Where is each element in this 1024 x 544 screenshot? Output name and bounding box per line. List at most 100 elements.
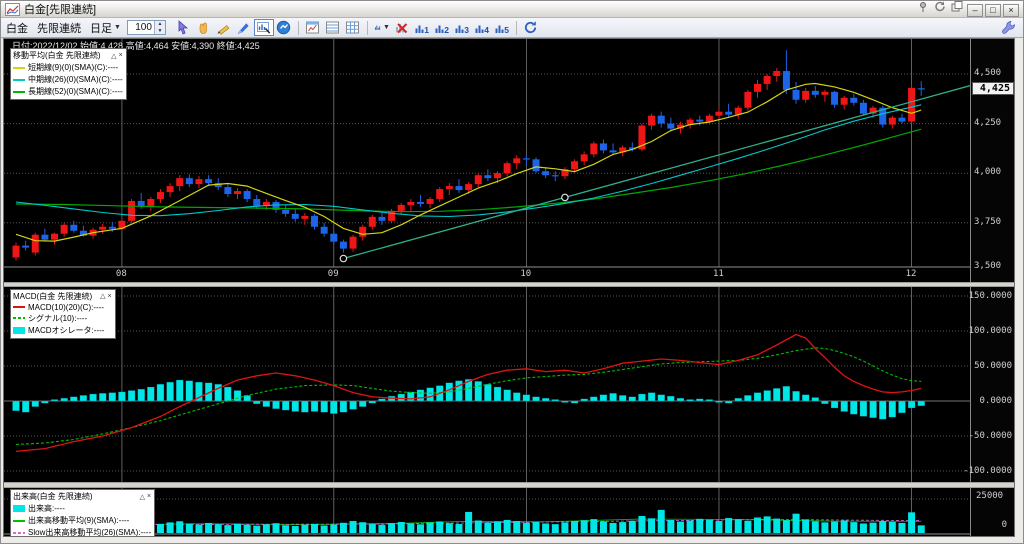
reload-window-icon[interactable] [933,1,948,13]
legend-swatch [13,90,25,93]
marker-tool-button[interactable] [234,19,254,36]
preset-4-button[interactable]: 4 [472,19,492,36]
layout-rows-icon [326,21,340,34]
toolbar-separator [366,20,368,35]
volume-legend-item-0: 出来高:---- [13,503,151,514]
minimize-button[interactable]: – [967,3,983,17]
close-icon[interactable]: × [147,493,151,500]
macd-legend-item-1: シグナル(10):---- [13,313,112,324]
step-down-icon[interactable]: ▼ [154,27,165,34]
crosshair-tool-button[interactable] [253,19,274,36]
x-axis-label: 12 [905,269,917,279]
legend-swatch [13,519,25,522]
legend-swatch [13,306,25,309]
window-title: 白金[先限連続] [24,4,97,16]
close-icon[interactable]: × [108,293,112,300]
close-icon[interactable]: × [119,52,123,59]
y-axis-label: 50.0000 [974,360,1012,371]
svg-text:1: 1 [425,25,430,35]
settings-wrench-icon[interactable] [1001,20,1017,35]
x-axis-label: 09 [327,269,339,279]
macd-axis[interactable]: 150.0000 100.0000 50.0000 0.0000 -50.0000 -10… [963,286,1014,483]
preset-5-icon: 5 [495,25,510,35]
y-axis-label: 4,500 [974,68,1002,78]
close-button[interactable]: × [1003,3,1019,17]
macd-panel[interactable]: MACD(白金 先限連続) △ × MACD(10)(20)(C):---- シグナル(… [4,286,1014,483]
preset-2-button[interactable]: 2 [432,19,452,36]
price-axis[interactable]: 4,500 4,250 4,000 3,750 3,500 4,425 [970,39,1014,282]
y-axis-label: 3,750 [974,216,1002,227]
y-axis-label: 0 [1001,520,1007,531]
macd-legend-item-2: MACDオシレータ:---- [13,325,112,336]
chart-region: 日付:2022/12/02 始値:4,428 高値:4,464 安値:4,390… [3,38,1015,537]
contract-label: 先限連続 [37,22,81,35]
timeframe-value: 日足 [90,22,112,35]
timeframe-dropdown[interactable]: 日足 ▼ [90,20,121,36]
ma-legend-item-2: 長期線(52)(0)(SMA)(C):---- [13,86,123,97]
macd-legend-item-0: MACD(10)(20)(C):---- [13,303,112,312]
marker-tool-icon [237,23,250,35]
volume-legend-header: 出来高(白金 先限連続) △ × [13,491,151,502]
select-tool-button[interactable] [174,19,194,36]
legend-item-label: 長期線(52)(0)(SMA)(C):---- [28,87,123,96]
collapse-icon[interactable]: △ [140,493,145,501]
clear-indicators-icon [396,23,408,34]
legend-swatch [13,66,25,69]
pan-tool-icon [200,22,208,34]
chart-type-button[interactable]: ▼ [372,19,392,36]
svg-text:4: 4 [485,25,490,35]
clone-window-icon[interactable] [950,1,965,13]
select-tool-icon [179,20,189,35]
legend-item-label: 出来高:---- [28,504,65,514]
app-window: 白金[先限連続] – □ × 白金 先限連続 日足 ▼ 100 ▲ ▼ ▼ 1 2 3 4 5 … [0,0,1024,544]
stepper-arrows[interactable]: ▲ ▼ [153,21,165,34]
pencil-tool-icon [217,25,230,35]
y-axis-label: 100.0000 [968,325,1012,336]
x-axis-label: 11 [712,269,724,279]
y-axis-label: -50.0000 [968,430,1012,441]
collapse-icon[interactable]: △ [100,292,105,300]
clear-indicators-button[interactable] [392,19,412,36]
volume-legend: 出来高(白金 先限連続) △ × 出来高:---- 出来高移動平均(9)(SMA):--… [10,489,156,537]
legend-swatch [13,317,25,320]
preset-5-button[interactable]: 5 [492,19,512,36]
macd-legend-header: MACD(白金 先限連続) △ × [13,291,112,302]
layout-grid-icon [346,21,360,34]
toolbar-separator [515,20,517,35]
layout-single-button[interactable] [303,19,323,36]
y-axis-label: 25000 [976,491,1004,502]
line-chart-app-icon [5,2,20,16]
y-axis-label: 4,250 [974,117,1002,128]
toolbar: 白金 先限連続 日足 ▼ 100 ▲ ▼ ▼ 1 2 3 4 5 [1,18,1023,38]
volume-panel[interactable]: 出来高(白金 先限連続) △ × 出来高:---- 出来高移動平均(9)(SMA):--… [4,488,1014,537]
legend-swatch [13,531,25,534]
x-axis-label: 08 [115,269,127,279]
pan-tool-button[interactable] [194,19,214,36]
collapse-icon[interactable]: △ [111,52,116,60]
pin-icon[interactable] [916,1,931,13]
refresh-button[interactable] [521,19,541,36]
preset-4-icon: 4 [475,25,490,35]
crosshair-tool-icon [257,22,271,34]
legend-swatch [13,78,25,81]
price-panel[interactable]: 日付:2022/12/02 始値:4,428 高値:4,464 安値:4,390… [4,39,1014,282]
info-tool-button[interactable] [274,19,294,36]
svg-text:5: 5 [505,25,510,35]
pencil-tool-button[interactable] [214,19,234,36]
layout-single-icon [306,21,320,34]
preset-1-icon: 1 [415,25,430,35]
ma-legend-header: 移動平均(白金 先限連続) △ × [13,50,123,61]
chevron-down-icon: ▼ [114,24,121,31]
volume-axis[interactable]: 25000 0 [970,488,1014,537]
volume-legend-title: 出来高(白金 先限連続) [13,492,93,502]
preset-1-button[interactable]: 1 [412,19,432,36]
maximize-button[interactable]: □ [985,3,1001,17]
bar-count-stepper[interactable]: 100 ▲ ▼ [126,20,166,35]
preset-3-button[interactable]: 3 [452,19,472,36]
ma-legend-item-0: 短期線(9)(0)(SMA)(C):---- [13,62,123,73]
macd-legend-title: MACD(白金 先限連続) [13,291,93,301]
layout-rows-button[interactable] [323,19,343,36]
layout-grid-button[interactable] [343,19,363,36]
ma-legend-item-1: 中期線(26)(0)(SMA)(C):---- [13,74,123,85]
bar-count-value: 100 [135,22,152,33]
